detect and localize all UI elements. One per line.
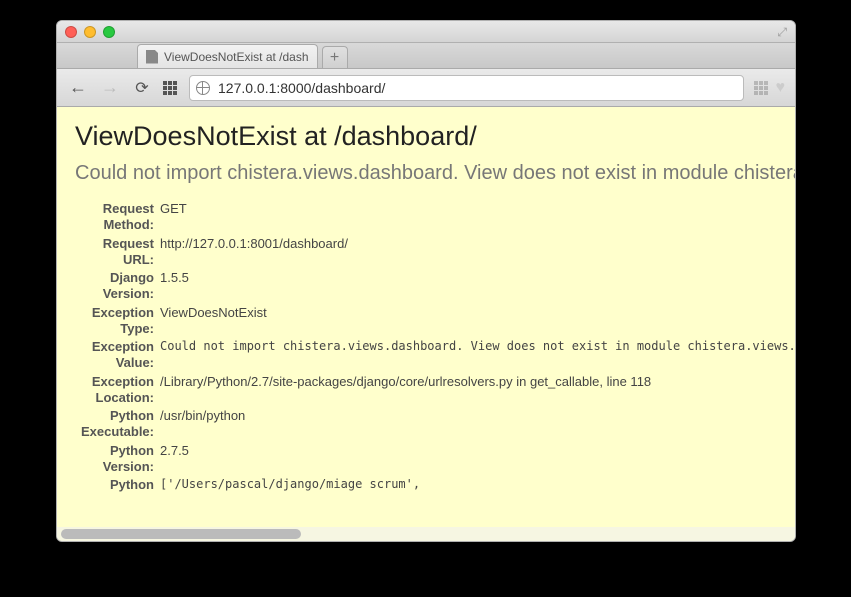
new-tab-button[interactable]: + [322, 46, 348, 68]
error-subtitle: Could not import chistera.views.dashboar… [75, 160, 795, 186]
meta-table: Request Method: GET Request URL: http://… [75, 200, 795, 494]
minimize-window-button[interactable] [84, 26, 96, 38]
meta-value: http://127.0.0.1:8001/dashboard/ [160, 235, 795, 270]
page-icon [146, 50, 158, 64]
meta-value: /usr/bin/python [160, 407, 795, 442]
zoom-window-button[interactable] [103, 26, 115, 38]
tab-title: ViewDoesNotExist at /dash [164, 50, 309, 64]
meta-label: Python [75, 476, 160, 494]
table-row: Exception Value: Could not import chiste… [75, 338, 795, 373]
table-row: Exception Type: ViewDoesNotExist [75, 304, 795, 339]
back-button[interactable]: ← [67, 77, 89, 98]
toolbar-right-icons: ♥ [754, 79, 786, 97]
meta-value: ['/Users/pascal/django/miage scrum', [160, 476, 795, 494]
meta-value: GET [160, 200, 795, 235]
browser-toolbar: ← → ⟳ 127.0.0.1:8000/dashboard/ ♥ [57, 69, 795, 107]
page-content-scroll[interactable]: ViewDoesNotExist at /dashboard/ Could no… [57, 107, 795, 541]
traffic-lights [65, 26, 115, 38]
close-window-button[interactable] [65, 26, 77, 38]
table-row: Python ['/Users/pascal/django/miage scru… [75, 476, 795, 494]
meta-value: 1.5.5 [160, 269, 795, 304]
globe-icon [196, 81, 210, 95]
table-row: Request URL: http://127.0.0.1:8001/dashb… [75, 235, 795, 270]
tab-bar: ViewDoesNotExist at /dash + [57, 43, 795, 69]
scrollbar-thumb[interactable] [61, 529, 301, 539]
reload-button[interactable]: ⟳ [131, 78, 153, 98]
meta-label: Exception Location: [75, 373, 160, 408]
meta-value: ViewDoesNotExist [160, 304, 795, 339]
viewport: ViewDoesNotExist at /dashboard/ Could no… [57, 107, 795, 541]
table-row: Python Executable: /usr/bin/python [75, 407, 795, 442]
meta-value: Could not import chistera.views.dashboar… [160, 338, 795, 373]
meta-label: Python Executable: [75, 407, 160, 442]
meta-label: Django Version: [75, 269, 160, 304]
address-bar[interactable]: 127.0.0.1:8000/dashboard/ [189, 75, 744, 101]
horizontal-scrollbar[interactable] [57, 527, 795, 541]
meta-label: Exception Type: [75, 304, 160, 339]
meta-value: /Library/Python/2.7/site-packages/django… [160, 373, 795, 408]
table-row: Python Version: 2.7.5 [75, 442, 795, 477]
url-text: 127.0.0.1:8000/dashboard/ [218, 80, 385, 96]
browser-tab[interactable]: ViewDoesNotExist at /dash [137, 44, 318, 68]
meta-label: Request Method: [75, 200, 160, 235]
meta-value: 2.7.5 [160, 442, 795, 477]
fullscreen-icon[interactable]: ⤢ [777, 25, 787, 40]
favorite-icon[interactable]: ♥ [776, 79, 786, 97]
browser-window: ⤢ ViewDoesNotExist at /dash + ← → ⟳ 127.… [56, 20, 796, 542]
table-row: Django Version: 1.5.5 [75, 269, 795, 304]
window-titlebar: ⤢ [57, 21, 795, 43]
table-row: Request Method: GET [75, 200, 795, 235]
apps-grid-icon[interactable] [163, 81, 179, 95]
meta-label: Request URL: [75, 235, 160, 270]
table-row: Exception Location: /Library/Python/2.7/… [75, 373, 795, 408]
extensions-grid-icon[interactable] [754, 81, 770, 95]
forward-button[interactable]: → [99, 77, 121, 98]
meta-label: Exception Value: [75, 338, 160, 373]
django-error-page: ViewDoesNotExist at /dashboard/ Could no… [57, 107, 795, 514]
error-heading: ViewDoesNotExist at /dashboard/ [75, 121, 795, 152]
meta-label: Python Version: [75, 442, 160, 477]
